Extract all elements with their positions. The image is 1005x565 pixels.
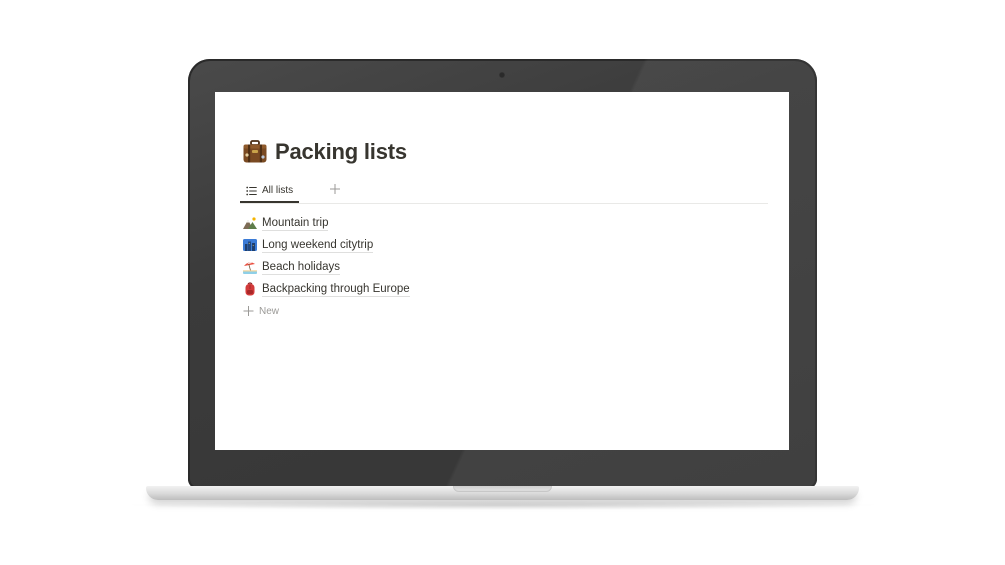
list-item-backpacking-europe[interactable]: Backpacking through Europe bbox=[243, 278, 410, 300]
list-item-label: Long weekend citytrip bbox=[262, 238, 374, 253]
list-item-beach-holidays[interactable]: Beach holidays bbox=[243, 256, 410, 278]
new-item-button[interactable]: New bbox=[243, 300, 410, 322]
laptop-shadow bbox=[120, 500, 885, 510]
tab-label: All lists bbox=[262, 185, 294, 196]
tab-all-lists[interactable]: All lists bbox=[240, 180, 300, 203]
camera-icon bbox=[499, 72, 505, 78]
mountain-icon bbox=[243, 217, 257, 229]
plus-icon bbox=[243, 306, 254, 316]
list-item-label: Mountain trip bbox=[262, 216, 329, 231]
list-item-label: Beach holidays bbox=[262, 260, 340, 275]
page-header: Packing lists bbox=[242, 139, 407, 165]
page-title: Packing lists bbox=[275, 139, 407, 164]
list-item-mountain-trip[interactable]: Mountain trip bbox=[243, 212, 410, 234]
list-icon bbox=[246, 186, 257, 195]
new-item-label: New bbox=[259, 305, 280, 317]
cityscape-icon bbox=[243, 239, 257, 251]
list-item-label: Backpacking through Europe bbox=[262, 282, 410, 297]
packing-list: Mountain trip Long weekend citytrip Beac… bbox=[243, 212, 410, 322]
plus-icon bbox=[330, 184, 340, 194]
beach-umbrella-icon bbox=[243, 262, 257, 274]
laptop-base bbox=[146, 486, 859, 500]
view-tabs: All lists bbox=[240, 180, 768, 204]
laptop-notch bbox=[453, 486, 552, 492]
laptop-bezel: Packing lists All lists Mountain trip Lo… bbox=[188, 59, 817, 489]
backpack-icon bbox=[245, 282, 255, 296]
list-item-city-trip[interactable]: Long weekend citytrip bbox=[243, 234, 410, 256]
add-view-button[interactable] bbox=[329, 182, 341, 196]
laptop-screen: Packing lists All lists Mountain trip Lo… bbox=[215, 92, 789, 450]
suitcase-icon bbox=[243, 140, 267, 163]
